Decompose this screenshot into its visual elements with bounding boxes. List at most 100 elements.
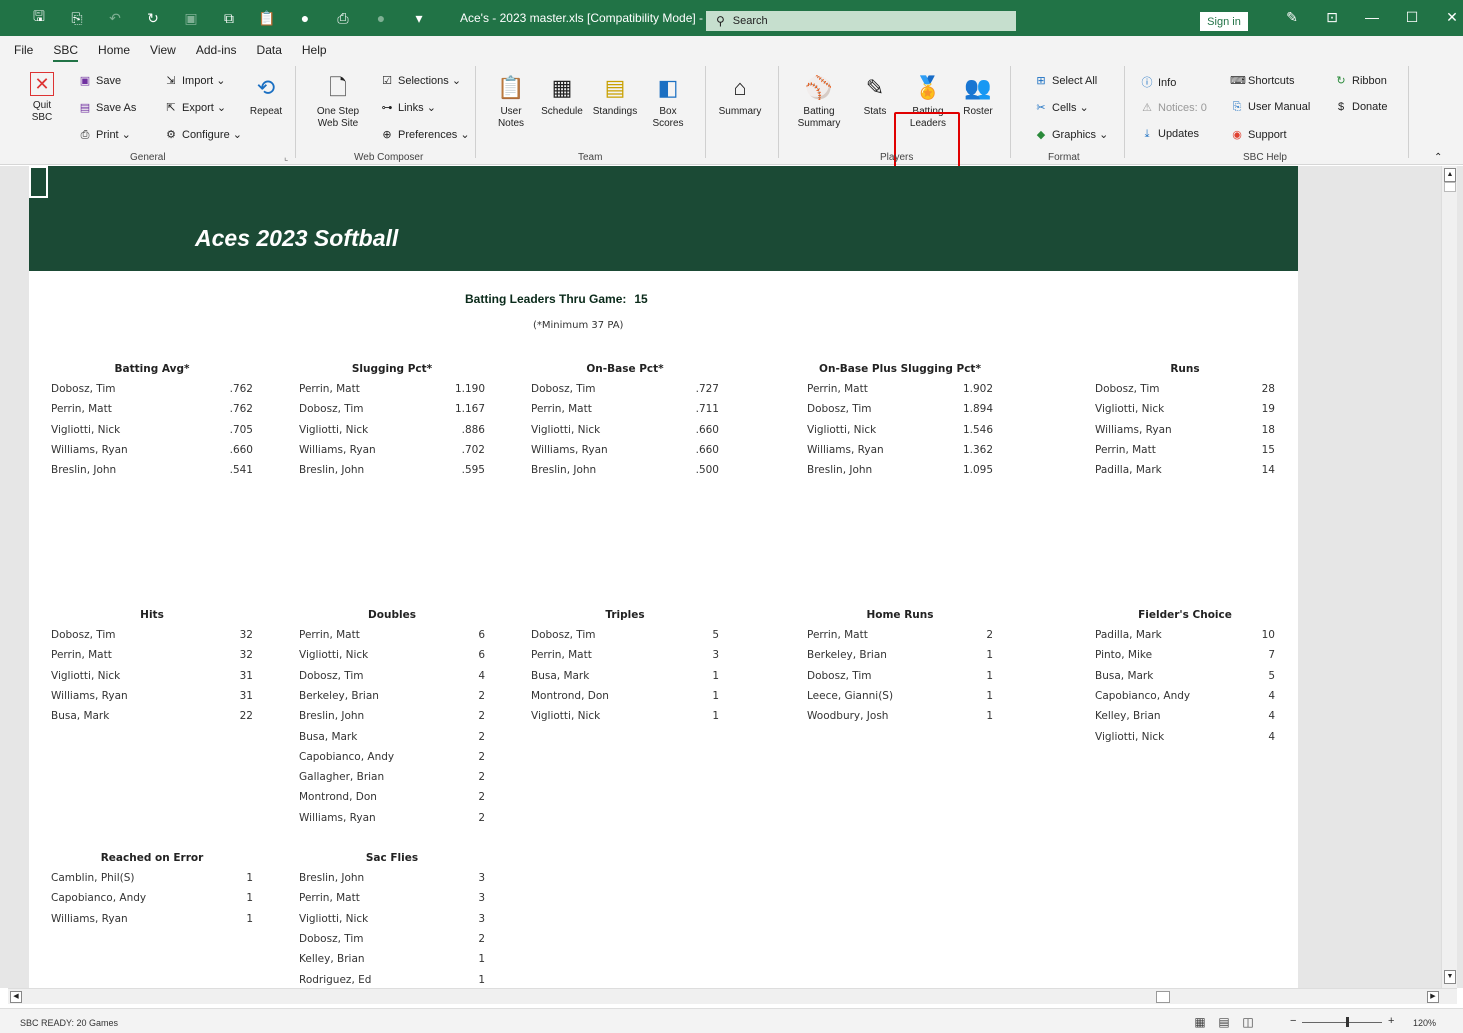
print-button[interactable]: ⎙ Print ⌄ bbox=[78, 128, 131, 142]
updates-button[interactable]: ⤓ Updates bbox=[1140, 128, 1199, 141]
pen-icon[interactable]: ✎ bbox=[1272, 9, 1312, 26]
box-scores-label: Box Scores bbox=[652, 106, 684, 129]
preferences-button[interactable]: ⊕ Preferences ⌄ bbox=[380, 128, 469, 141]
save-as-icon[interactable]: ⎘ bbox=[58, 10, 96, 27]
redo-icon[interactable]: ↻ bbox=[134, 10, 172, 27]
record-icon[interactable]: ● bbox=[286, 10, 324, 26]
stat-value: 2 bbox=[478, 932, 485, 945]
save-button[interactable]: ▣ Save bbox=[78, 74, 121, 87]
tab-data[interactable]: Data bbox=[257, 43, 282, 62]
donate-button[interactable]: $ Donate bbox=[1334, 101, 1388, 113]
summary-button[interactable]: ⌂ Summary bbox=[714, 74, 766, 118]
customize-toolbar-icon[interactable]: ▾ bbox=[400, 10, 438, 27]
selected-cell[interactable] bbox=[29, 166, 48, 198]
tab-sbc[interactable]: SBC bbox=[53, 43, 79, 62]
stats-button[interactable]: ✎ Stats bbox=[858, 74, 892, 118]
configure-button[interactable]: ⚙ Configure ⌄ bbox=[164, 128, 242, 141]
leader-row: Capobianco, Andy 4 bbox=[1095, 690, 1275, 710]
scroll-thumb[interactable] bbox=[1444, 182, 1456, 192]
selections-button[interactable]: ☑ Selections ⌄ bbox=[380, 74, 461, 87]
stat-value: .762 bbox=[229, 403, 253, 416]
batting-summary-button[interactable]: ⚾ Batting Summary bbox=[790, 74, 848, 130]
report-heading: Batting Leaders Thru Game: 15 bbox=[465, 292, 648, 306]
links-button[interactable]: ⊶ Links ⌄ bbox=[380, 101, 436, 114]
page-break-view-icon[interactable]: ◫ bbox=[1236, 1015, 1260, 1029]
leader-row: Dobosz, Tim 5 bbox=[531, 629, 719, 649]
ribbon-display-icon[interactable]: ⊡ bbox=[1312, 9, 1352, 26]
quit-sbc-button[interactable]: ✕ Quit SBC bbox=[24, 72, 60, 124]
save-icon[interactable]: 🖫 bbox=[20, 6, 58, 30]
zoom-slider-knob[interactable] bbox=[1346, 1017, 1349, 1027]
leader-row: Rodriguez, Ed 1 bbox=[299, 974, 485, 989]
player-name: Perrin, Matt bbox=[807, 383, 868, 395]
repeat-button[interactable]: ⟲ Repeat bbox=[246, 74, 286, 118]
schedule-button[interactable]: ▦ Schedule bbox=[538, 74, 586, 118]
info-button[interactable]: ⓘ Info bbox=[1140, 74, 1177, 90]
globe-gear-icon: ⊕ bbox=[382, 129, 392, 141]
zoom-in-icon[interactable]: + bbox=[1388, 1015, 1394, 1027]
save-as-button[interactable]: ▤ Save As bbox=[78, 101, 137, 114]
leader-row: Perrin, Matt 32 bbox=[51, 649, 253, 669]
standings-button[interactable]: ▤ Standings bbox=[590, 74, 640, 118]
import-button[interactable]: ⇲ Import ⌄ bbox=[164, 74, 225, 87]
support-button[interactable]: ◉ Support bbox=[1230, 128, 1286, 141]
scroll-down-icon[interactable]: ▼ bbox=[1444, 970, 1456, 984]
tab-file[interactable]: File bbox=[14, 43, 33, 62]
undo-icon[interactable]: ↶ bbox=[96, 10, 134, 27]
leader-block: Batting Avg* Dobosz, Tim .762 Perrin, Matt.… bbox=[51, 363, 253, 485]
scroll-right-icon[interactable]: ▶ bbox=[1427, 991, 1439, 1003]
graphics-button[interactable]: ◆ Graphics ⌄ bbox=[1034, 128, 1109, 141]
leader-row: Williams, Ryan .702 bbox=[299, 444, 485, 464]
stat-value: 4 bbox=[1268, 689, 1275, 702]
tab-add-ins[interactable]: Add-ins bbox=[196, 43, 237, 62]
circle-icon[interactable]: ● bbox=[362, 10, 400, 26]
stat-value: 14 bbox=[1261, 464, 1275, 477]
leader-row: Dobosz, Tim 28 bbox=[1095, 383, 1275, 403]
document-title: Ace's - 2023 master.xls [Compatibility M… bbox=[460, 11, 725, 25]
shortcuts-button[interactable]: ⌨ Shortcuts bbox=[1230, 74, 1294, 87]
dialog-launcher-icon[interactable]: ⌞ bbox=[284, 152, 288, 163]
tab-view[interactable]: View bbox=[150, 43, 176, 62]
print-preview-icon[interactable]: ⎙ bbox=[324, 10, 362, 27]
zoom-slider[interactable] bbox=[1302, 1022, 1382, 1023]
zoom-out-icon[interactable]: − bbox=[1290, 1015, 1296, 1027]
sign-in-button[interactable]: Sign in bbox=[1200, 12, 1248, 31]
player-name: Gallagher, Brian bbox=[299, 771, 385, 784]
category-title: On-Base Plus Slugging Pct* bbox=[819, 363, 981, 375]
stat-value: 4 bbox=[1268, 710, 1275, 723]
cells-button[interactable]: ✂ Cells ⌄ bbox=[1034, 101, 1088, 114]
user-manual-button[interactable]: ⎘ User Manual bbox=[1230, 101, 1311, 114]
normal-view-icon[interactable]: ▦ bbox=[1188, 1015, 1212, 1029]
category-title: On-Base Pct* bbox=[586, 363, 664, 375]
one-step-web-site-button[interactable]: 🗋 One Step Web Site bbox=[310, 74, 366, 130]
zoom-level[interactable]: 120% bbox=[1413, 1018, 1436, 1028]
user-notes-button[interactable]: 📋 User Notes bbox=[490, 74, 532, 130]
roster-button[interactable]: 👥 Roster bbox=[958, 74, 998, 118]
camera-icon[interactable]: ▣ bbox=[172, 10, 210, 27]
horizontal-scrollbar[interactable]: ◀ ▶ bbox=[8, 988, 1457, 1004]
summary-label: Summary bbox=[718, 106, 762, 117]
notices-button[interactable]: ⚠ Notices: 0 bbox=[1140, 101, 1207, 114]
stat-value: .500 bbox=[695, 464, 719, 477]
scroll-left-icon[interactable]: ◀ bbox=[10, 991, 22, 1003]
page-layout-view-icon[interactable]: ▤ bbox=[1212, 1015, 1236, 1029]
search-box[interactable]: ⚲ Search bbox=[706, 11, 1016, 31]
hscroll-thumb[interactable] bbox=[1156, 991, 1170, 1003]
stat-value: 2 bbox=[478, 730, 485, 743]
paste-icon[interactable]: 📋 bbox=[248, 10, 286, 27]
ribbon-button[interactable]: ↻ Ribbon bbox=[1334, 74, 1386, 87]
leader-row: Dobosz, Tim 1.894 bbox=[807, 403, 993, 423]
player-name: Williams, Ryan bbox=[807, 443, 884, 456]
export-button[interactable]: ⇱ Export ⌄ bbox=[164, 101, 226, 114]
collapse-ribbon-icon[interactable]: ⌃ bbox=[1434, 152, 1442, 163]
close-icon[interactable]: ✕ bbox=[1432, 9, 1463, 26]
copy-icon[interactable]: ⧉ bbox=[210, 10, 248, 27]
select-all-button[interactable]: ⊞ Select All bbox=[1034, 74, 1097, 87]
tab-help[interactable]: Help bbox=[302, 43, 327, 62]
scroll-up-icon[interactable]: ▲ bbox=[1444, 168, 1456, 182]
vertical-scrollbar[interactable]: ▲ ▼ bbox=[1441, 166, 1457, 988]
minimize-icon[interactable]: — bbox=[1352, 9, 1392, 26]
box-scores-button[interactable]: ◧ Box Scores bbox=[646, 74, 690, 130]
tab-home[interactable]: Home bbox=[98, 43, 130, 62]
maximize-icon[interactable]: ☐ bbox=[1392, 9, 1432, 26]
